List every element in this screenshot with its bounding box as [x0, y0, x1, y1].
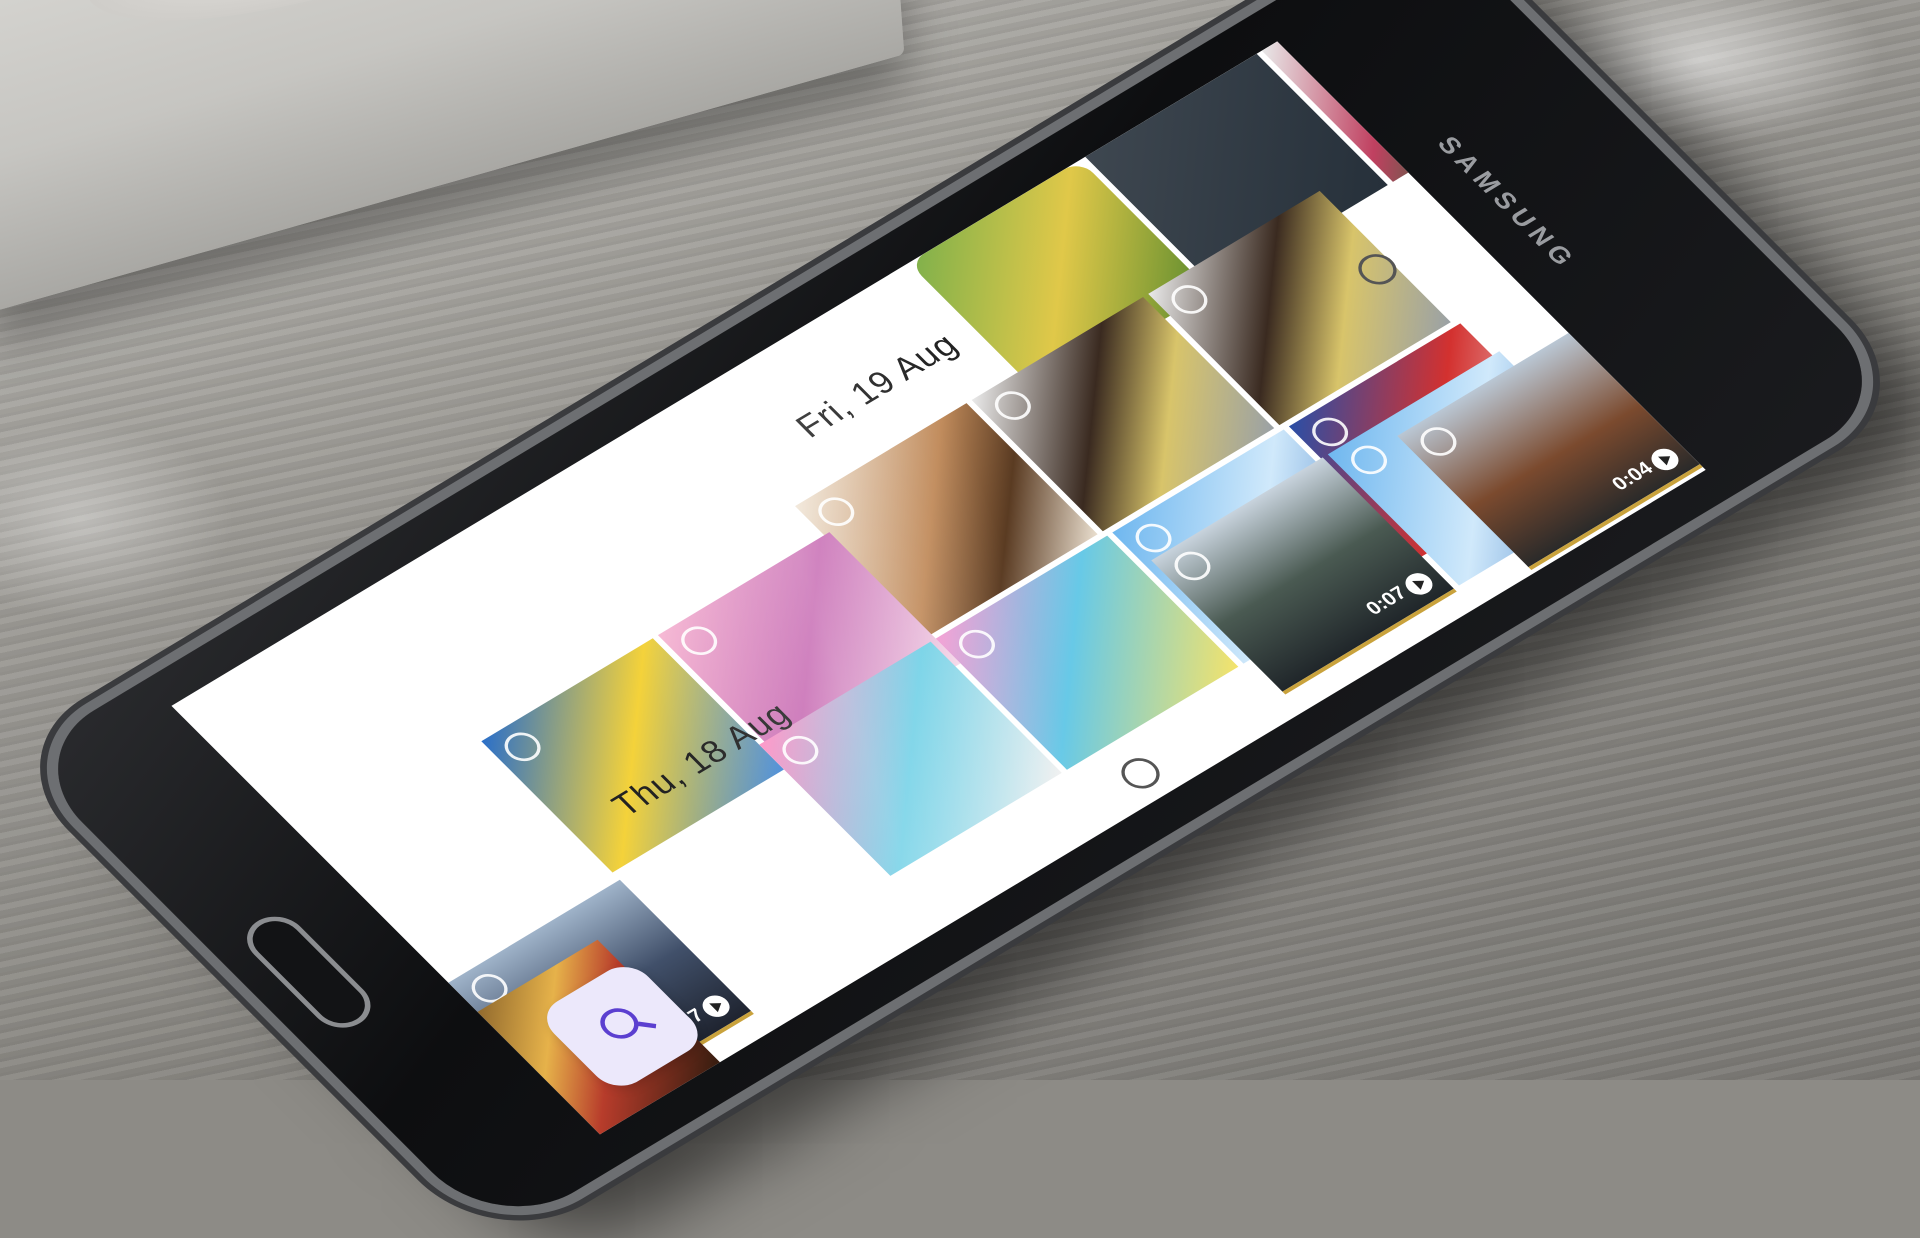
- select-circle[interactable]: [1113, 752, 1168, 795]
- select-circle[interactable]: [673, 620, 725, 661]
- select-circle[interactable]: [441, 1028, 493, 1069]
- search-icon: [592, 1002, 647, 1045]
- select-circle[interactable]: [810, 491, 862, 532]
- select-circle[interactable]: [951, 624, 1003, 665]
- select-circle[interactable]: [775, 730, 826, 771]
- video-duration: 0:04: [1607, 458, 1658, 495]
- select-circle[interactable]: [1167, 546, 1218, 586]
- video-duration: 0:07: [1361, 582, 1412, 620]
- select-circle[interactable]: [1413, 421, 1464, 462]
- select-circle[interactable]: [1164, 279, 1215, 320]
- select-circle[interactable]: [1343, 439, 1395, 480]
- select-circle[interactable]: [497, 726, 548, 767]
- select-circle[interactable]: [987, 385, 1039, 426]
